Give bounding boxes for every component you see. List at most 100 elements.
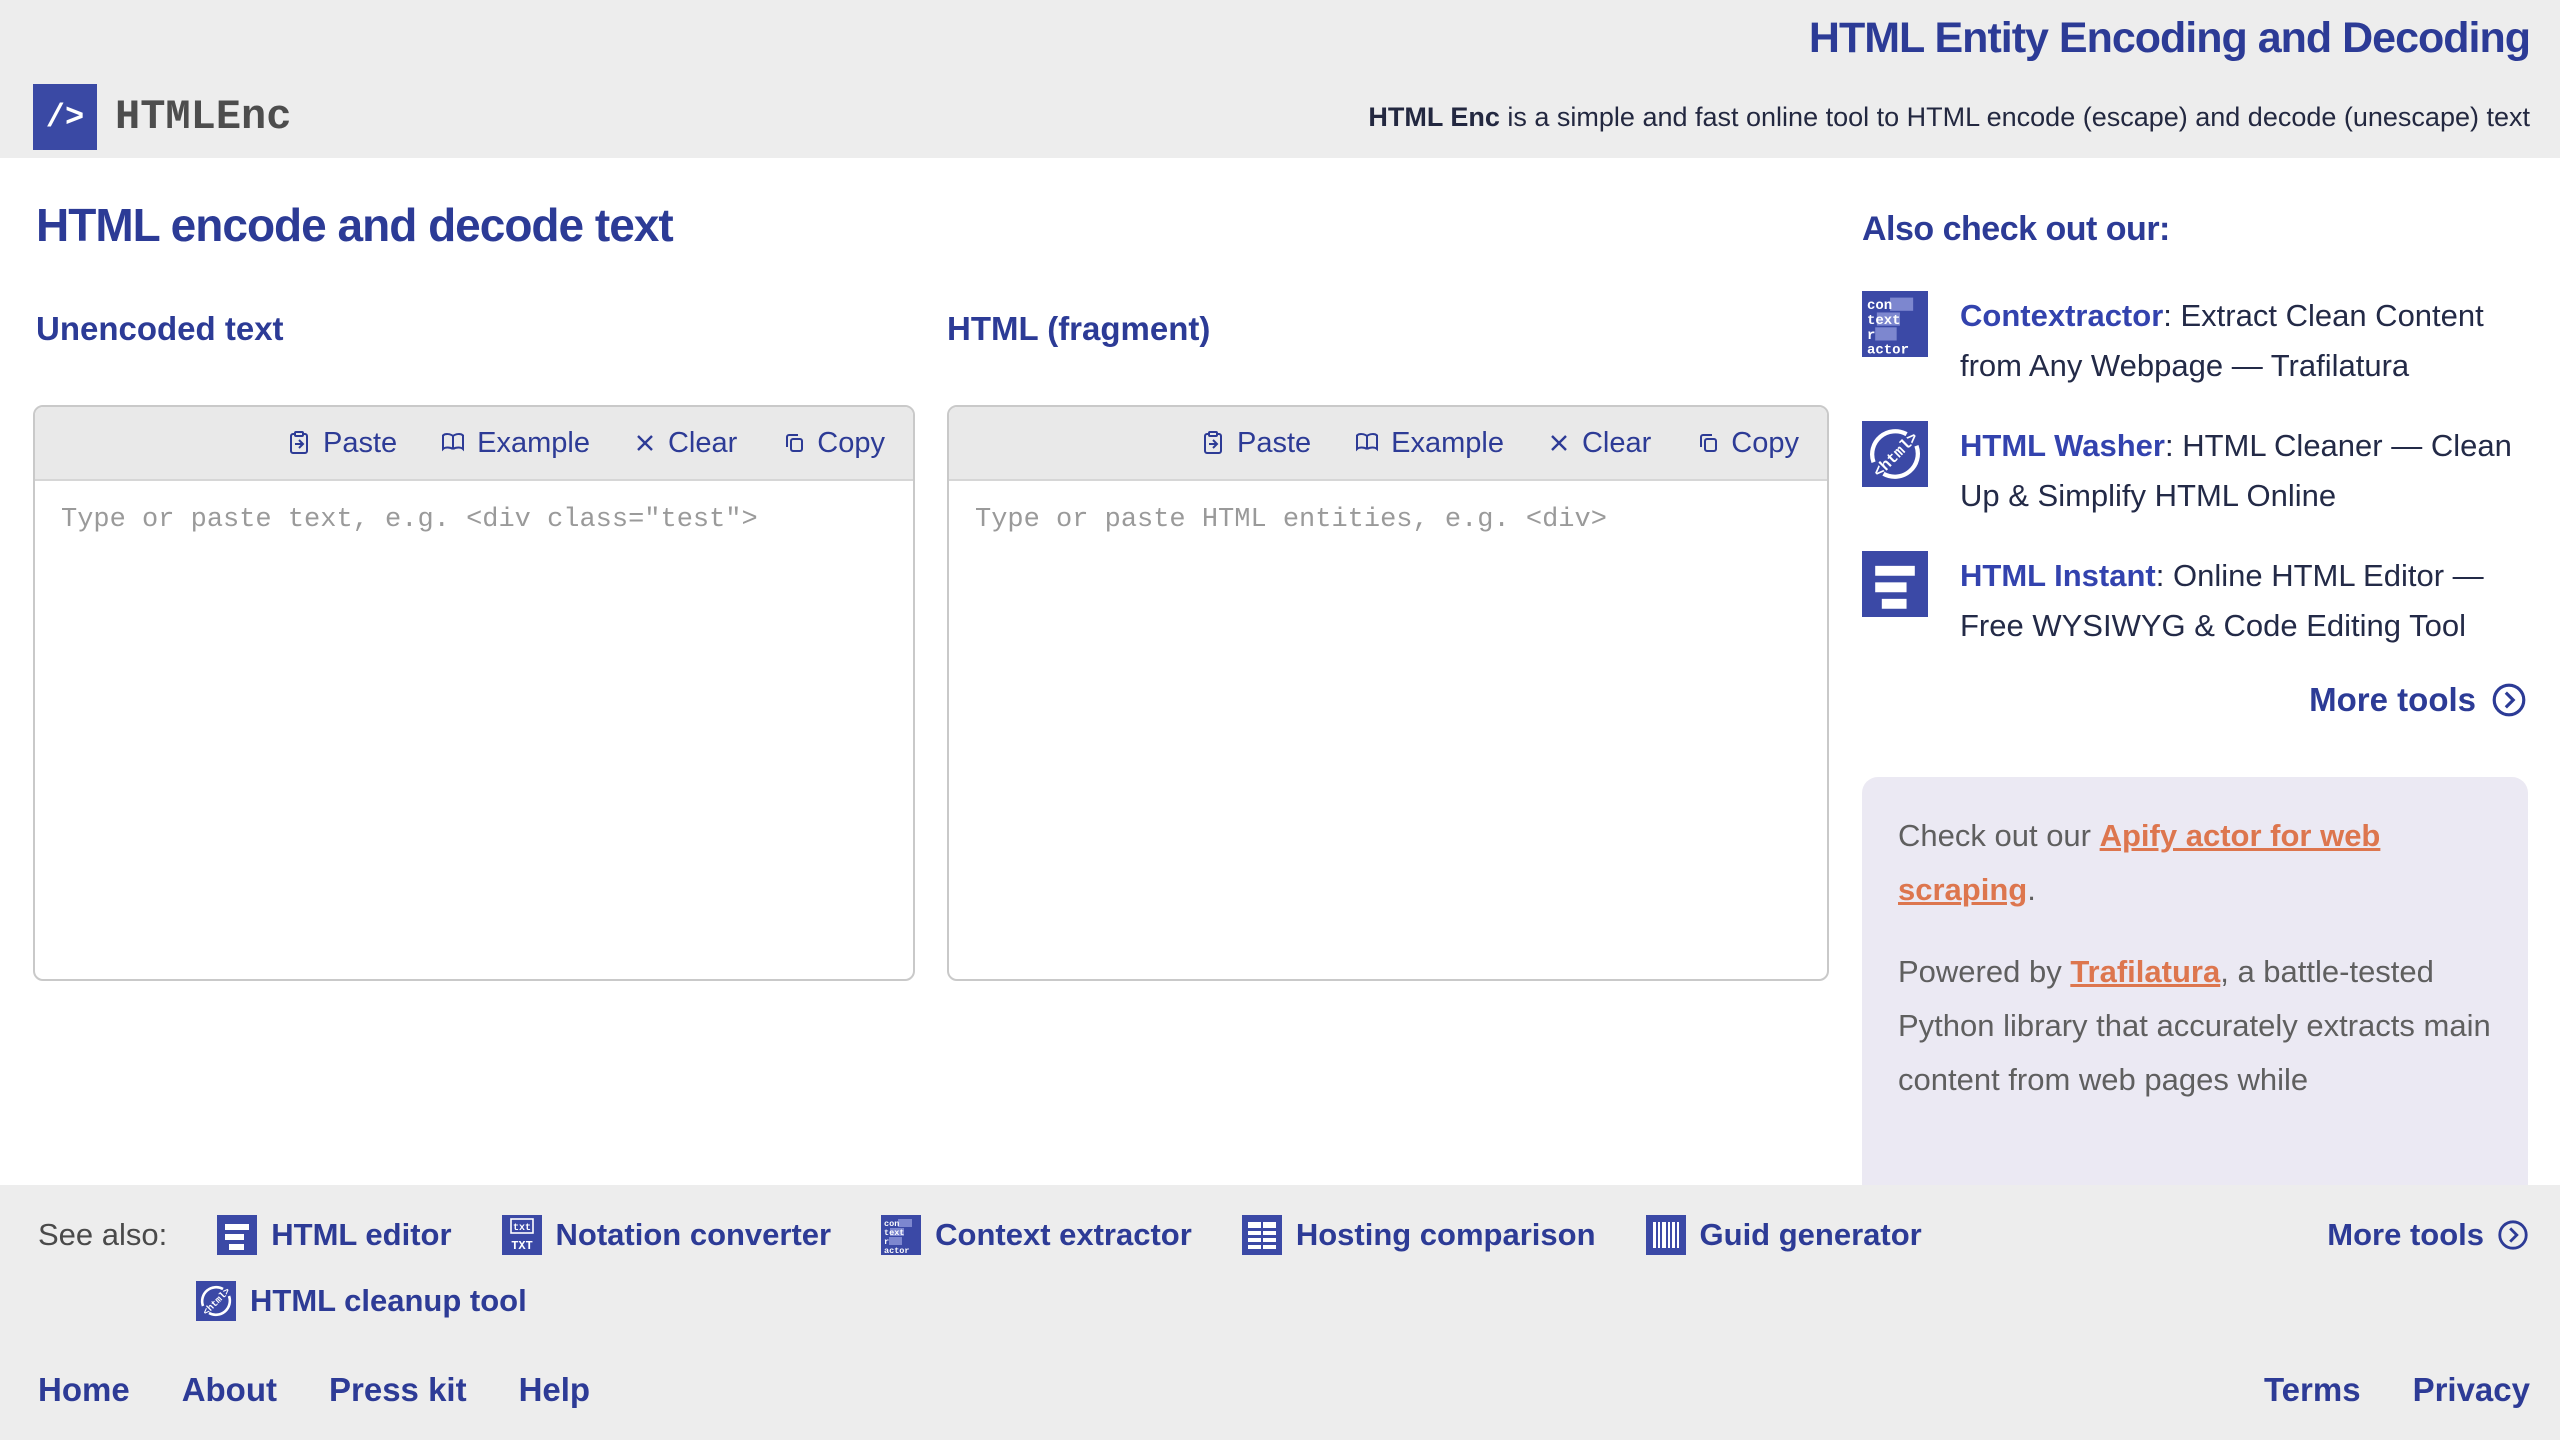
- promo-paragraph-2: Powered by Trafilatura, a battle-tested …: [1898, 945, 2492, 1107]
- apify-promo-box: Check out our Apify actor for web scrapi…: [1862, 777, 2528, 1185]
- footer-more-tools-link[interactable]: More tools: [2327, 1217, 2530, 1253]
- html-washer-icon: <html>: [196, 1281, 236, 1321]
- svg-text:actor: actor: [884, 1246, 910, 1255]
- site-logo[interactable]: /> HTMLEnc: [33, 84, 291, 150]
- footer-link-label: Hosting comparison: [1296, 1217, 1596, 1253]
- footer-link-label: HTML editor: [271, 1217, 451, 1253]
- book-icon: [439, 429, 467, 457]
- sidebar-more-tools-link[interactable]: More tools: [1862, 681, 2528, 719]
- tool-link[interactable]: Contextractor: [1960, 298, 2163, 333]
- sidebar-item-text: HTML Instant: Online HTML Editor — Free …: [1960, 551, 2528, 651]
- copy-icon: [779, 429, 807, 457]
- html-instant-icon: [217, 1215, 257, 1255]
- logo-glyph: />: [46, 99, 84, 136]
- page-footer: See also: HTML editor txtTXT Notation co…: [0, 1185, 2560, 1440]
- copy-button[interactable]: Copy: [779, 427, 885, 460]
- chevron-circle-icon: [2490, 681, 2528, 719]
- footer-link-label: Notation converter: [556, 1217, 832, 1253]
- footer-link-label: Context extractor: [935, 1217, 1192, 1253]
- svg-text:txt: txt: [513, 1223, 531, 1234]
- paste-icon: [1199, 429, 1227, 457]
- paste-label: Paste: [323, 427, 397, 460]
- trafilatura-link[interactable]: Trafilatura: [2070, 954, 2220, 989]
- unencoded-textarea[interactable]: [35, 481, 913, 979]
- footer-link-hosting-comparison[interactable]: Hosting comparison: [1242, 1215, 1596, 1255]
- svg-text:con: con: [1867, 298, 1892, 314]
- paste-label: Paste: [1237, 427, 1311, 460]
- sidebar-item-contextractor[interactable]: contextractor Contextractor: Extract Cle…: [1862, 291, 2528, 391]
- nav-terms[interactable]: Terms: [2264, 1371, 2361, 1409]
- section-heading: HTML encode and decode text: [36, 198, 673, 252]
- close-icon: [1546, 430, 1572, 456]
- page-title: HTML Entity Encoding and Decoding: [1809, 14, 2530, 63]
- sidebar-item-text: Contextractor: Extract Clean Content fro…: [1960, 291, 2528, 391]
- see-also-label: See also:: [38, 1217, 167, 1253]
- see-also-row-2: <html> HTML cleanup tool: [196, 1281, 527, 1321]
- svg-text:actor: actor: [1867, 343, 1909, 357]
- example-label: Example: [477, 427, 590, 460]
- svg-text:r: r: [1867, 328, 1875, 344]
- nav-privacy[interactable]: Privacy: [2413, 1371, 2530, 1409]
- unencoded-label: Unencoded text: [36, 310, 284, 348]
- html-fragment-label: HTML (fragment): [947, 310, 1210, 348]
- sidebar-item-html-washer[interactable]: <html> HTML Washer: HTML Cleaner — Clean…: [1862, 421, 2528, 521]
- subtitle-rest: is a simple and fast online tool to HTML…: [1500, 102, 2530, 132]
- code-logo-icon: />: [33, 84, 97, 150]
- footer-link-html-editor[interactable]: HTML editor: [217, 1215, 451, 1255]
- footer-link-notation-converter[interactable]: txtTXT Notation converter: [502, 1215, 832, 1255]
- nav-home[interactable]: Home: [38, 1371, 130, 1409]
- copy-button[interactable]: Copy: [1693, 427, 1799, 460]
- paste-button[interactable]: Paste: [285, 427, 397, 460]
- html-fragment-panel: Paste Example Clear Copy: [947, 405, 1829, 981]
- paste-icon: [285, 429, 313, 457]
- html-washer-icon: <html>: [1862, 421, 1928, 487]
- promo-text: .: [2027, 872, 2036, 907]
- html-entities-textarea[interactable]: [949, 481, 1827, 979]
- legal-links: Terms Privacy: [2264, 1371, 2530, 1409]
- clear-label: Clear: [1582, 427, 1651, 460]
- clear-button[interactable]: Clear: [1546, 427, 1651, 460]
- html-instant-icon: [1862, 551, 1928, 617]
- barcode-icon: [1646, 1215, 1686, 1255]
- promo-text: Check out our: [1898, 818, 2100, 853]
- see-also-row: See also: HTML editor txtTXT Notation co…: [38, 1215, 2530, 1255]
- bottom-nav: Home About Press kit Help Terms Privacy: [38, 1371, 2530, 1409]
- example-button[interactable]: Example: [1353, 427, 1504, 460]
- contextractor-icon: contextractor: [1862, 291, 1928, 357]
- logo-text: HTMLEnc: [115, 93, 291, 141]
- subtitle-bold: HTML Enc: [1368, 102, 1500, 132]
- copy-icon: [1693, 429, 1721, 457]
- promo-text: Powered by: [1898, 954, 2070, 989]
- clear-label: Clear: [668, 427, 737, 460]
- footer-link-html-cleanup[interactable]: <html> HTML cleanup tool: [196, 1281, 527, 1321]
- nav-about[interactable]: About: [182, 1371, 277, 1409]
- example-button[interactable]: Example: [439, 427, 590, 460]
- unencoded-toolbar: Paste Example Clear Copy: [35, 407, 913, 481]
- footer-link-label: Guid generator: [1700, 1217, 1922, 1253]
- promo-paragraph-1: Check out our Apify actor for web scrapi…: [1898, 809, 2492, 917]
- clear-button[interactable]: Clear: [632, 427, 737, 460]
- copy-label: Copy: [1731, 427, 1799, 460]
- svg-text:text: text: [1867, 313, 1901, 329]
- more-tools-label: More tools: [2327, 1217, 2484, 1253]
- sidebar-heading: Also check out our:: [1862, 210, 2528, 249]
- nav-press-kit[interactable]: Press kit: [329, 1371, 467, 1409]
- sidebar-item-text: HTML Washer: HTML Cleaner — Clean Up & S…: [1960, 421, 2528, 521]
- also-check-sidebar: Also check out our: contextractor Contex…: [1862, 210, 2528, 1185]
- html-toolbar: Paste Example Clear Copy: [949, 407, 1827, 481]
- paste-button[interactable]: Paste: [1199, 427, 1311, 460]
- footer-link-context-extractor[interactable]: contextractor Context extractor: [881, 1215, 1192, 1255]
- tool-link[interactable]: HTML Washer: [1960, 428, 2165, 463]
- sidebar-item-html-instant[interactable]: HTML Instant: Online HTML Editor — Free …: [1862, 551, 2528, 651]
- book-icon: [1353, 429, 1381, 457]
- page-header: /> HTMLEnc HTML Entity Encoding and Deco…: [0, 0, 2560, 158]
- main-content: HTML encode and decode text Unencoded te…: [0, 158, 2560, 1185]
- sidebar-items: contextractor Contextractor: Extract Cle…: [1862, 291, 2528, 651]
- more-tools-label: More tools: [2309, 681, 2476, 719]
- footer-link-label: HTML cleanup tool: [250, 1283, 527, 1319]
- hosting-icon: [1242, 1215, 1282, 1255]
- chevron-circle-icon: [2496, 1218, 2530, 1252]
- nav-help[interactable]: Help: [519, 1371, 591, 1409]
- footer-link-guid-generator[interactable]: Guid generator: [1646, 1215, 1922, 1255]
- tool-link[interactable]: HTML Instant: [1960, 558, 2156, 593]
